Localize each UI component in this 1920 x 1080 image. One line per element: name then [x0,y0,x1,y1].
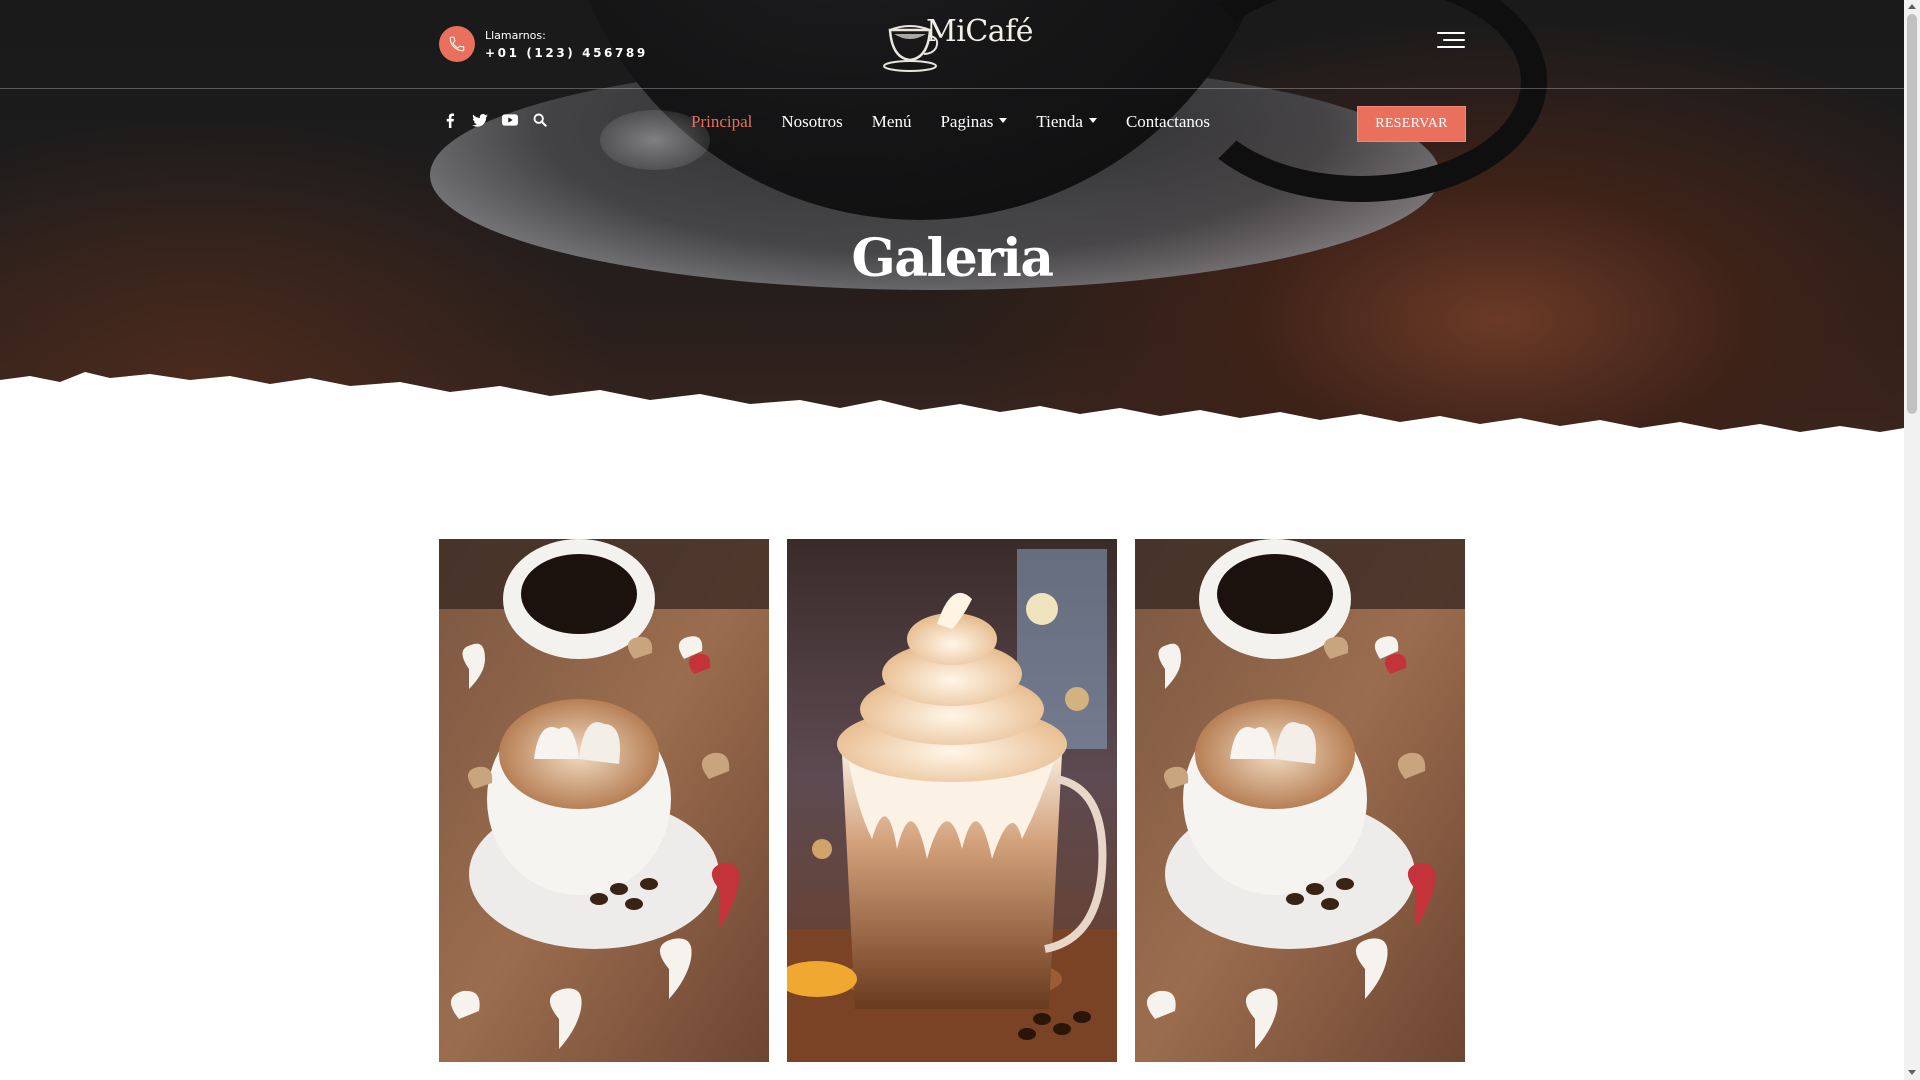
phone-icon [439,26,475,62]
scrollbar-thumb[interactable] [1907,14,1917,414]
gallery-grid [439,539,1465,1062]
nav-item-paginas[interactable]: Paginas [940,112,1008,132]
page-scrollbar[interactable] [1904,0,1920,1080]
latte-hearts-image [1135,539,1465,1062]
nav-label: Menú [871,112,912,131]
nav-item-nosotros[interactable]: Nosotros [781,112,842,132]
nav-item-principal[interactable]: Principal [691,112,752,132]
nav-item-contactanos[interactable]: Contactanos [1126,112,1210,132]
gallery-image-latte-hearts[interactable] [1135,539,1465,1062]
facebook-icon[interactable] [442,112,458,128]
youtube-icon[interactable] [502,112,518,128]
nav-label: Contactanos [1125,112,1211,131]
search-icon[interactable] [532,112,548,128]
main-navigation: Principal Nosotros Menú Paginas Tienda C… [691,112,1239,132]
nav-item-tienda[interactable]: Tienda [1036,112,1097,132]
site-logo[interactable]: MiCafé [880,14,1034,72]
reserve-button[interactable]: RESERVAR [1357,106,1466,142]
caret-down-icon [1088,117,1097,123]
gallery-image-latte-hearts[interactable] [439,539,769,1062]
social-links [442,112,562,128]
hamburger-menu-icon[interactable] [1437,32,1465,52]
gallery-image-whipped-mocha[interactable] [787,539,1117,1062]
scroll-up-arrow-icon[interactable] [1908,4,1916,9]
phone-number[interactable]: +01 (123) 456789 [485,46,648,60]
top-bar: Llamarnos: +01 (123) 456789 MiCafé [0,0,1904,89]
phone-contact[interactable]: Llamarnos: +01 (123) 456789 [439,26,648,62]
phone-label: Llamarnos: [485,28,546,42]
latte-hearts-image [439,539,769,1062]
scroll-down-arrow-icon[interactable] [1908,1070,1916,1075]
twitter-icon[interactable] [472,112,488,128]
hero-banner: Llamarnos: +01 (123) 456789 MiCafé Princ… [0,0,1904,450]
nav-label: Principal [691,112,753,131]
caret-down-icon [999,117,1008,123]
nav-label: Tienda [1036,112,1083,131]
nav-label: Paginas [940,112,994,131]
logo-text: MiCafé [926,14,1034,49]
torn-paper-edge [0,372,1904,450]
nav-label: Nosotros [781,112,843,131]
nav-item-menu[interactable]: Menú [872,112,912,132]
whipped-mocha-image [787,539,1117,1062]
page-title: Galeria [851,228,1054,289]
